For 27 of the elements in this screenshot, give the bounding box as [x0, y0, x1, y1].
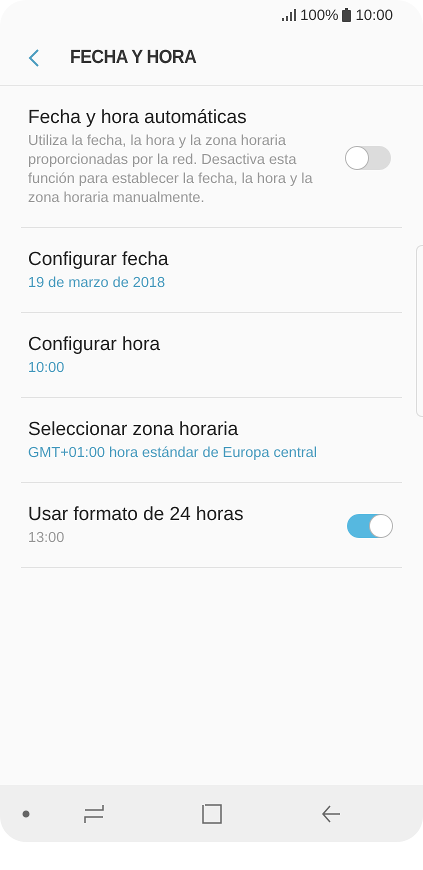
setting-title: Usar formato de 24 horas: [28, 504, 244, 526]
home-icon[interactable]: [202, 804, 222, 824]
toggle-switch[interactable]: [347, 146, 391, 170]
setting-title: Seleccionar zona horaria: [28, 419, 240, 441]
setting-row[interactable]: Usar formato de 24 horas 13:00: [21, 483, 402, 568]
setting-summary: 13:00: [28, 529, 66, 548]
dot-icon[interactable]: [22, 810, 30, 818]
setting-summary: Utiliza la fecha, la hora y la zona horaria proporcionadas por la red. Desactiva esta función para establecer la fecha, la hora y la zona horaria manualmente.: [28, 132, 314, 208]
setting-title: Configurar fecha: [28, 249, 170, 271]
toggle-switch[interactable]: [347, 514, 391, 538]
setting-row[interactable]: Seleccionar zona horaria GMT+01:00 hora estándar de Europa central: [21, 398, 402, 483]
setting-summary: GMT+01:00 hora estándar de Europa central: [28, 444, 318, 463]
setting-row[interactable]: Configurar hora 10:00: [21, 313, 402, 398]
setting-row[interactable]: Configurar fecha 19 de marzo de 2018: [21, 228, 402, 313]
setting-title: Configurar hora: [28, 334, 162, 356]
setting-row[interactable]: Fecha y hora automáticas Utiliza la fecha, la hora y la zona horaria proporcionadas por la red. Desactiva esta función para establecer la fecha, la hora y la zona horaria manualmente.: [21, 86, 402, 228]
back-icon[interactable]: [28, 48, 40, 68]
clock: 10:00: [355, 6, 393, 24]
back-arrow-icon[interactable]: [321, 804, 341, 824]
signal-icon: [282, 9, 296, 21]
screen-title: FECHA Y HORA: [70, 46, 196, 68]
setting-summary: 19 de marzo de 2018: [28, 274, 166, 293]
battery-percentage: 100%: [300, 6, 338, 24]
recent-apps-icon[interactable]: [84, 804, 104, 824]
battery-icon: [342, 8, 352, 22]
setting-summary: 10:00: [28, 359, 66, 378]
setting-title: Fecha y hora automáticas: [28, 107, 248, 129]
